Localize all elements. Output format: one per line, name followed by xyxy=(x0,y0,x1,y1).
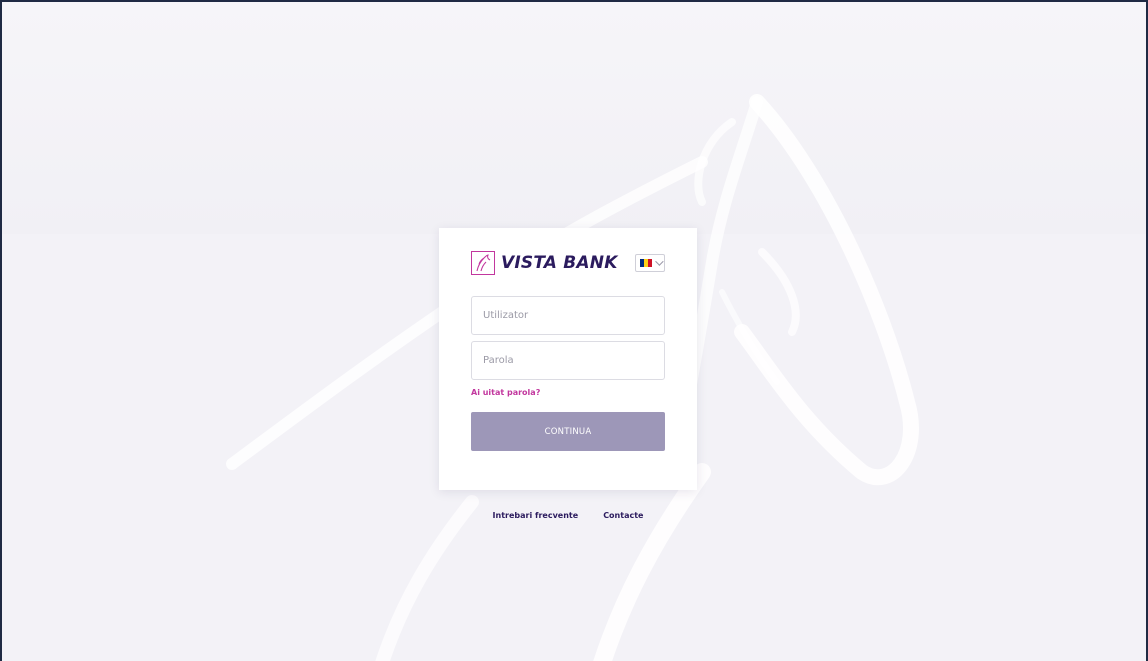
contacts-link[interactable]: Contacte xyxy=(603,511,643,520)
romania-flag-icon xyxy=(639,259,652,267)
continue-button[interactable]: CONTINUA xyxy=(471,412,665,451)
card-header: VISTA BANK xyxy=(471,251,665,277)
chevron-down-icon xyxy=(654,257,664,266)
password-field[interactable] xyxy=(471,341,665,380)
footer-links: Intrebari frecvente Contacte xyxy=(439,511,697,520)
brand-name: VISTA BANK xyxy=(501,253,618,273)
login-card: VISTA BANK Ai uitat parola? CONTINUA xyxy=(439,228,697,490)
horse-head-icon xyxy=(471,251,495,275)
forgot-password-link[interactable]: Ai uitat parola? xyxy=(471,388,540,397)
faq-link[interactable]: Intrebari frecvente xyxy=(493,511,579,520)
password-input[interactable] xyxy=(472,342,664,379)
brand-logo: VISTA BANK xyxy=(471,251,618,275)
username-field[interactable] xyxy=(471,296,665,335)
username-input[interactable] xyxy=(472,297,664,334)
language-selector[interactable] xyxy=(635,254,665,272)
page-frame: VISTA BANK Ai uitat parola? CONTINUA Int… xyxy=(0,0,1148,661)
